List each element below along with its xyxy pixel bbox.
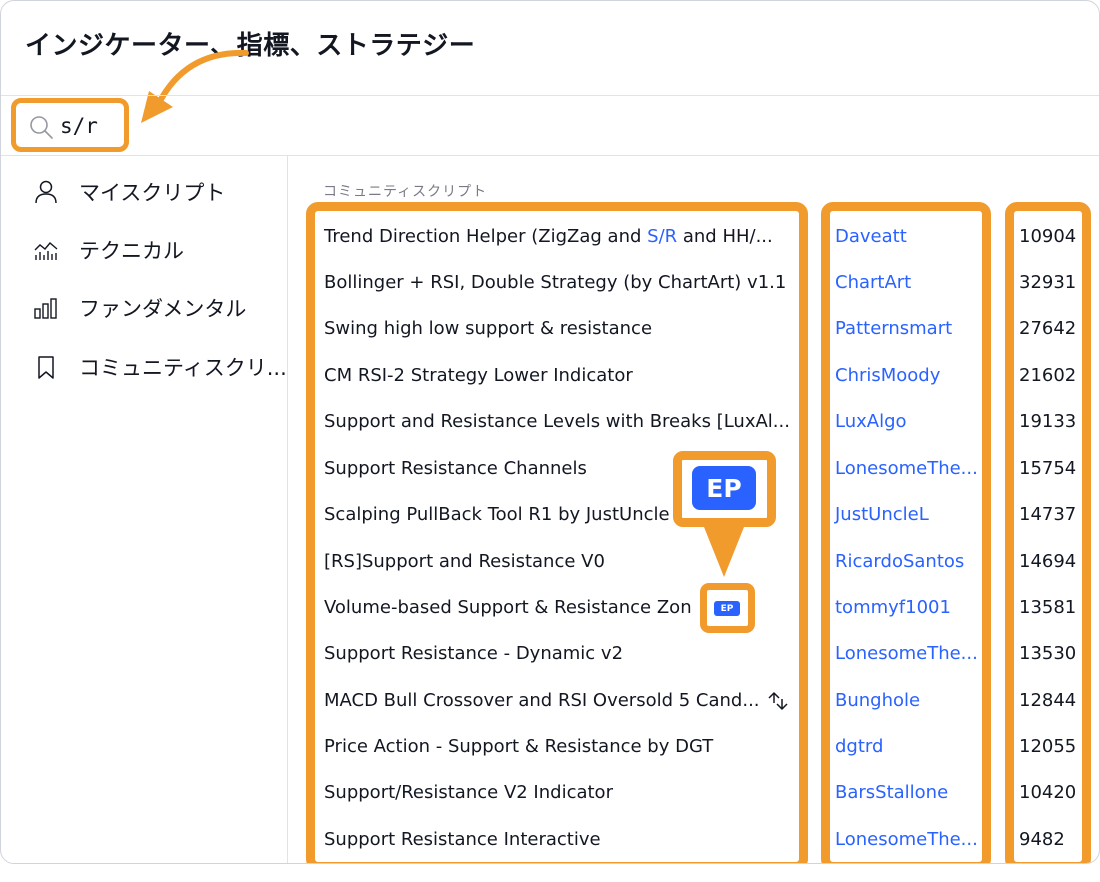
script-likes-count: 19133 <box>1019 411 1077 432</box>
sidebar-item-label: テクニカル <box>79 239 184 263</box>
script-author-link[interactable]: ChartArt <box>835 272 911 293</box>
strategy-icon <box>768 692 788 710</box>
script-name[interactable]: Support and Resistance Levels with Break… <box>324 411 794 432</box>
script-likes-count: 13581 <box>1019 597 1077 618</box>
script-name[interactable]: MACD Bull Crossover and RSI Oversold 5 C… <box>324 690 794 711</box>
script-author-link[interactable]: JustUncleL <box>835 504 929 525</box>
search-divider <box>1 155 1099 156</box>
callout-pointer <box>704 527 744 577</box>
search-match: S/R <box>647 226 678 247</box>
sidebar-item-label: マイスクリプト <box>79 181 226 205</box>
technicals-chart-icon <box>31 235 61 265</box>
search-input[interactable] <box>60 112 120 140</box>
script-likes-count: 12844 <box>1019 690 1077 711</box>
script-name[interactable]: Support Resistance Interactive <box>324 829 794 850</box>
sidebar-item-label: コミュニティスクリ... <box>79 356 287 380</box>
ep-badge: EP <box>714 601 740 616</box>
script-name[interactable]: Support/Resistance V2 Indicator <box>324 782 794 803</box>
script-likes-count: 13530 <box>1019 643 1077 664</box>
script-name[interactable]: CM RSI-2 Strategy Lower Indicator <box>324 365 794 386</box>
sidebar-item-community-scripts[interactable]: コミュニティスクリ... <box>31 347 287 387</box>
ep-badge-enlarged: EP <box>692 466 756 510</box>
script-author-link[interactable]: LonesomeThe... <box>835 829 978 850</box>
sidebar-item-my-scripts[interactable]: マイスクリプト <box>31 172 225 212</box>
script-author-link[interactable]: dgtrd <box>835 736 883 757</box>
script-name[interactable]: Bollinger + RSI, Double Strategy (by Cha… <box>324 272 794 293</box>
script-likes-count: 15754 <box>1019 458 1077 479</box>
script-name[interactable]: Support Resistance - Dynamic v2 <box>324 643 794 664</box>
search-icon <box>30 116 53 139</box>
script-likes-count: 32931 <box>1019 272 1077 293</box>
script-likes-count: 10904 <box>1019 226 1077 247</box>
script-likes-count: 27642 <box>1019 318 1077 339</box>
script-author-link[interactable]: tommyf1001 <box>835 597 951 618</box>
script-name[interactable]: Trend Direction Helper (ZigZag and S/R a… <box>324 226 794 247</box>
annotation-arrow-to-search <box>141 49 249 123</box>
sidebar-item-fundamentals[interactable]: ファンダメンタル <box>31 288 246 328</box>
highlight-author-column <box>821 202 991 863</box>
highlight-count-column <box>1005 202 1091 863</box>
script-likes-count: 14737 <box>1019 504 1077 525</box>
script-name[interactable]: Swing high low support & resistance <box>324 318 794 339</box>
script-author-link[interactable]: Patternsmart <box>835 318 952 339</box>
script-author-link[interactable]: Daveatt <box>835 226 907 247</box>
script-likes-count: 9482 <box>1019 829 1065 850</box>
script-author-link[interactable]: LuxAlgo <box>835 411 907 432</box>
script-likes-count: 21602 <box>1019 365 1077 386</box>
search-box[interactable] <box>11 98 129 152</box>
bar-chart-icon <box>31 293 61 323</box>
sidebar-item-technicals[interactable]: テクニカル <box>31 230 184 270</box>
indicators-dialog: インジケーター、指標、ストラテジー マイスクリプト <box>0 0 1100 864</box>
sidebar-item-label: ファンダメンタル <box>79 297 247 321</box>
header-divider <box>1 95 1099 96</box>
script-author-link[interactable]: Bunghole <box>835 690 920 711</box>
script-name[interactable]: Price Action - Support & Resistance by D… <box>324 736 794 757</box>
script-author-link[interactable]: RicardoSantos <box>835 551 964 572</box>
sidebar-divider <box>287 156 288 863</box>
script-likes-count: 12055 <box>1019 736 1077 757</box>
script-author-link[interactable]: BarsStallone <box>835 782 948 803</box>
script-likes-count: 10420 <box>1019 782 1077 803</box>
user-icon <box>31 177 61 207</box>
section-label: コミュニティスクリプト <box>323 184 488 200</box>
script-author-link[interactable]: LonesomeThe... <box>835 643 978 664</box>
script-author-link[interactable]: ChrisMoody <box>835 365 940 386</box>
script-author-link[interactable]: LonesomeThe... <box>835 458 978 479</box>
script-likes-count: 14694 <box>1019 551 1077 572</box>
bookmark-icon <box>31 352 61 382</box>
